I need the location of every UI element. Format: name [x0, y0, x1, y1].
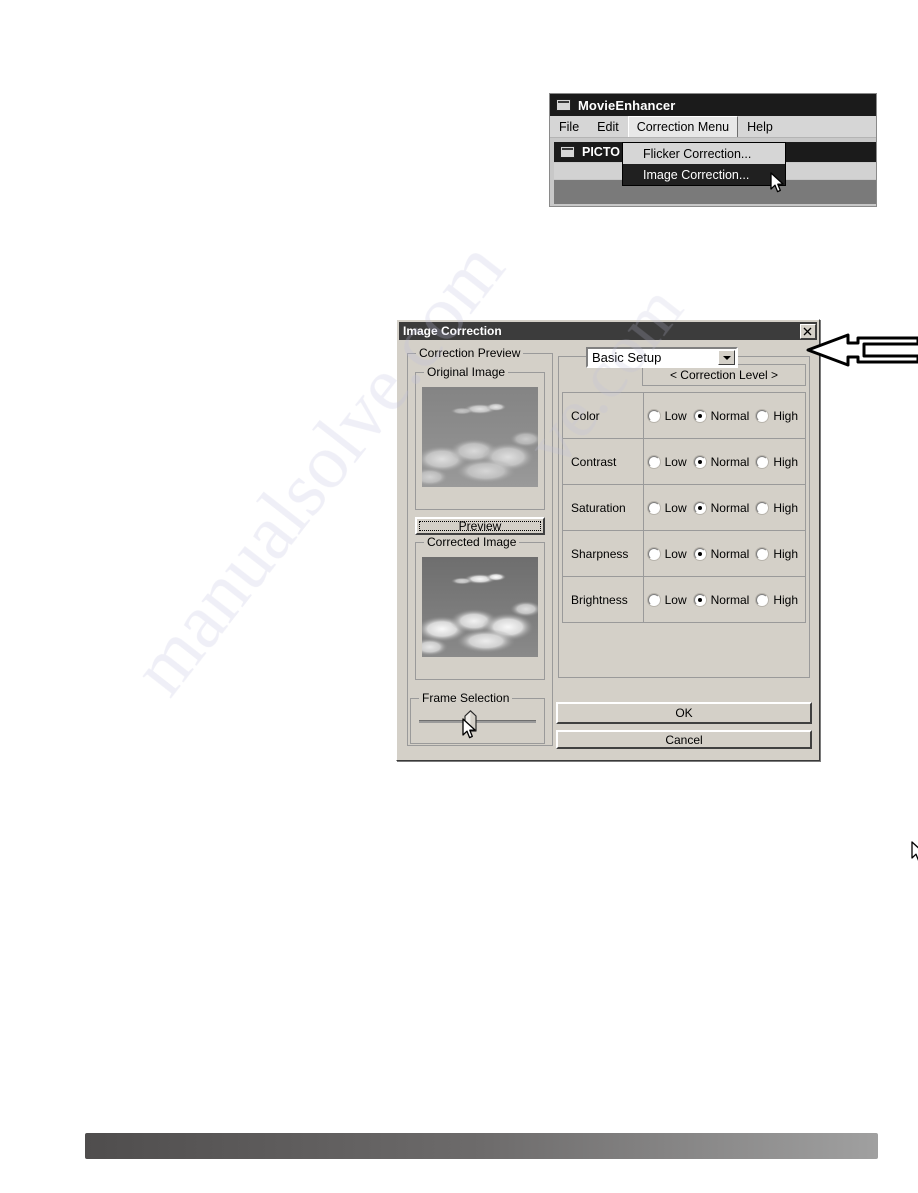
radio-sharpness-low[interactable]: Low: [647, 546, 687, 561]
radio-saturation-normal[interactable]: Normal: [693, 500, 750, 515]
menu-item-correction-menu[interactable]: Correction Menu: [627, 116, 739, 137]
row-label-contrast: Contrast: [563, 439, 644, 484]
dialog-titlebar: Image Correction: [399, 322, 817, 340]
preview-button[interactable]: Preview: [415, 517, 545, 535]
radio-label: Normal: [710, 454, 750, 469]
original-image-group-label: Original Image: [424, 365, 509, 379]
frame-selection-group-label: Frame Selection: [419, 691, 513, 705]
row-options-contrast: Low Normal High: [644, 439, 805, 484]
radio-label: High: [773, 500, 798, 515]
radio-label: Normal: [710, 500, 750, 515]
original-image-thumbnail: [422, 387, 538, 487]
setup-mode-value: Basic Setup: [592, 350, 662, 365]
setup-mode-combobox[interactable]: Basic Setup: [586, 347, 738, 368]
menu-item-help[interactable]: Help: [738, 116, 782, 137]
corrected-image-thumbnail: [422, 557, 538, 657]
radio-label: Low: [664, 454, 687, 469]
ok-button[interactable]: OK: [556, 702, 812, 724]
radio-contrast-high[interactable]: High: [756, 455, 798, 469]
radio-label: Normal: [710, 546, 750, 561]
menu-option-image-correction[interactable]: Image Correction...: [623, 164, 785, 185]
menu-item-edit[interactable]: Edit: [588, 116, 628, 137]
radio-brightness-low[interactable]: Low: [647, 592, 687, 607]
radio-dot: [693, 547, 706, 560]
radio-dot: [647, 547, 660, 560]
radio-dot: [756, 455, 769, 468]
row-options-sharpness: Low Normal High: [644, 531, 805, 576]
radio-color-high[interactable]: High: [756, 409, 798, 423]
chevron-down-icon[interactable]: [718, 350, 735, 365]
radio-dot: [756, 409, 769, 422]
table-row: Saturation Low Normal High: [563, 485, 805, 531]
correction-menu-dropdown: Flicker Correction... Image Correction..…: [622, 142, 786, 186]
radio-color-normal[interactable]: Normal: [693, 408, 750, 423]
radio-dot: [756, 501, 769, 514]
radio-color-low[interactable]: Low: [647, 408, 687, 423]
radio-label: High: [773, 408, 798, 423]
radio-label: High: [773, 546, 798, 561]
table-row: Color Low Normal High: [563, 393, 805, 439]
correction-level-table: Color Low Normal High Contrast Low Norma…: [562, 392, 806, 623]
row-options-saturation: Low Normal High: [644, 485, 805, 530]
radio-dot: [693, 593, 706, 606]
table-row: Brightness Low Normal High: [563, 577, 805, 623]
radio-label: Low: [664, 500, 687, 515]
menu-option-flicker-correction[interactable]: Flicker Correction...: [623, 143, 785, 164]
row-label-sharpness: Sharpness: [563, 531, 644, 576]
window-box-icon: [556, 99, 571, 111]
radio-brightness-normal[interactable]: Normal: [693, 592, 750, 607]
radio-label: High: [773, 454, 798, 469]
radio-dot: [693, 455, 706, 468]
radio-contrast-normal[interactable]: Normal: [693, 454, 750, 469]
radio-contrast-low[interactable]: Low: [647, 454, 687, 469]
radio-sharpness-normal[interactable]: Normal: [693, 546, 750, 561]
corrected-image-group-label: Corrected Image: [424, 535, 520, 549]
preview-button-label: Preview: [458, 519, 502, 533]
table-row: Contrast Low Normal High: [563, 439, 805, 485]
radio-dot: [647, 409, 660, 422]
frame-slider-thumb[interactable]: [464, 710, 477, 732]
radio-dot: [756, 593, 769, 606]
frame-slider-track[interactable]: [419, 720, 536, 723]
radio-label: Low: [664, 592, 687, 607]
radio-saturation-high[interactable]: High: [756, 501, 798, 515]
radio-dot: [647, 501, 660, 514]
mouse-cursor-preview: [911, 841, 918, 863]
radio-dot: [693, 409, 706, 422]
radio-brightness-high[interactable]: High: [756, 593, 798, 607]
menubar: File Edit Correction Menu Help: [550, 116, 876, 138]
radio-label: Low: [664, 546, 687, 561]
row-label-saturation: Saturation: [563, 485, 644, 530]
left-pointing-callout-arrow: [806, 330, 918, 370]
radio-dot: [756, 547, 769, 560]
row-options-color: Low Normal High: [644, 393, 805, 438]
cancel-button[interactable]: Cancel: [556, 730, 812, 749]
row-label-brightness: Brightness: [563, 577, 644, 622]
movie-enhancer-title: MovieEnhancer: [578, 97, 676, 113]
row-label-color: Color: [563, 393, 644, 438]
radio-sharpness-high[interactable]: High: [756, 547, 798, 561]
row-options-brightness: Low Normal High: [644, 577, 805, 622]
table-row: Sharpness Low Normal High: [563, 531, 805, 577]
window-box-icon: [560, 146, 575, 158]
radio-label: Normal: [710, 592, 750, 607]
radio-label: High: [773, 592, 798, 607]
dialog-title: Image Correction: [403, 324, 502, 338]
radio-label: Normal: [710, 408, 750, 423]
radio-dot: [647, 593, 660, 606]
menu-item-file[interactable]: File: [550, 116, 588, 137]
footer-gradient-bar: [85, 1133, 878, 1159]
radio-dot: [647, 455, 660, 468]
picto-child-window-title: PICTO: [582, 145, 620, 159]
radio-label: Low: [664, 408, 687, 423]
radio-saturation-low[interactable]: Low: [647, 500, 687, 515]
radio-dot: [693, 501, 706, 514]
correction-preview-group-label: Correction Preview: [416, 346, 524, 360]
movie-enhancer-titlebar: MovieEnhancer: [550, 94, 876, 116]
image-correction-dialog: Image Correction Correction Preview Orig…: [396, 319, 918, 861]
